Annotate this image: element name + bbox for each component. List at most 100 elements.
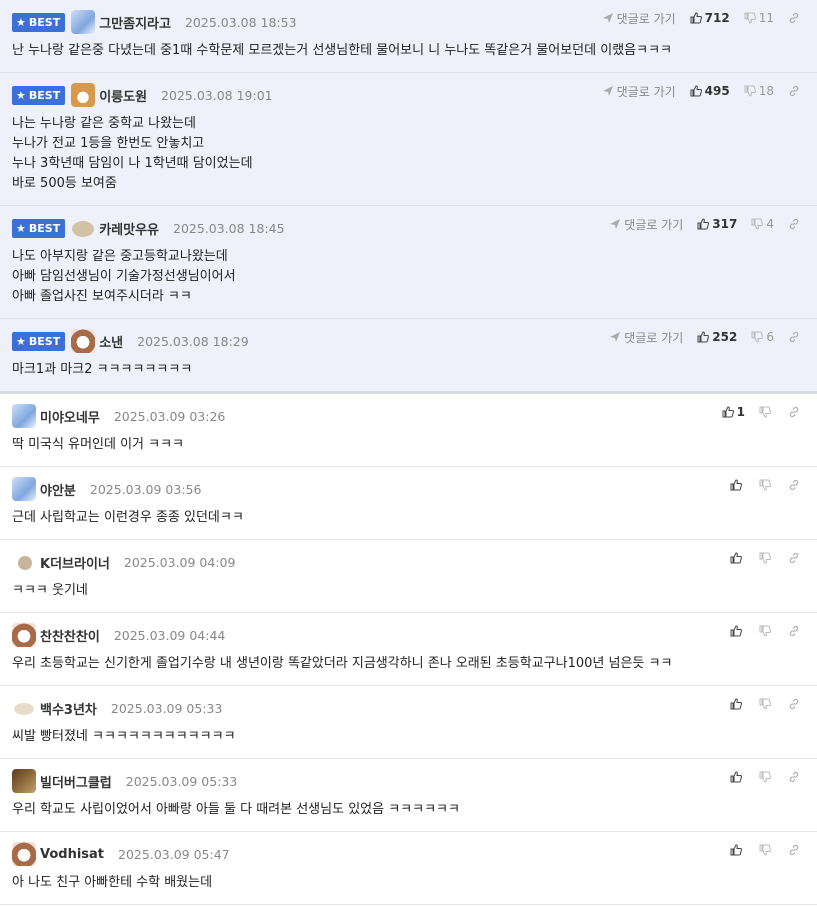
reply-link[interactable]: 댓글로 가기 bbox=[609, 329, 683, 346]
thumbs-down-icon bbox=[744, 12, 756, 24]
like-button[interactable] bbox=[730, 844, 745, 856]
like-button[interactable]: 495 bbox=[690, 84, 730, 98]
comment-line: 근데 사립학교는 이런경우 종종 있던데ㅋㅋ bbox=[12, 510, 244, 525]
comment-actions: 댓글로 가기 495 18 bbox=[588, 81, 803, 101]
comment-date: 2025.03.08 19:01 bbox=[161, 87, 273, 103]
avatar[interactable] bbox=[12, 550, 36, 574]
dislike-count: 4 bbox=[766, 217, 774, 231]
dislike-button[interactable] bbox=[759, 625, 774, 637]
comment-date: 2025.03.08 18:29 bbox=[137, 333, 249, 349]
reply-link[interactable]: 댓글로 가기 bbox=[602, 83, 676, 100]
best-badge: ★ BEST bbox=[12, 85, 66, 105]
like-button[interactable] bbox=[730, 479, 745, 491]
avatar[interactable] bbox=[12, 477, 36, 501]
avatar[interactable] bbox=[12, 404, 36, 428]
nickname[interactable]: Vodhisat bbox=[40, 847, 104, 862]
nickname[interactable]: 카레맛우유 bbox=[99, 219, 159, 238]
nickname[interactable]: 소낸 bbox=[99, 332, 123, 351]
avatar[interactable] bbox=[71, 329, 96, 353]
nickname[interactable]: K더브라이너 bbox=[40, 553, 110, 572]
nickname[interactable]: 야안분 bbox=[40, 480, 76, 499]
send-icon bbox=[610, 332, 621, 342]
thumbs-up-icon bbox=[690, 85, 702, 97]
best-label: BEST bbox=[28, 334, 61, 348]
avatar[interactable] bbox=[71, 83, 96, 107]
nickname[interactable]: 찬찬찬찬이 bbox=[40, 626, 100, 645]
nickname[interactable]: 빌더버그클럽 bbox=[40, 772, 112, 791]
share-link-button[interactable] bbox=[788, 331, 803, 343]
reply-label: 댓글로 가기 bbox=[624, 330, 684, 345]
comment-date: 2025.03.08 18:45 bbox=[173, 220, 285, 236]
dislike-button[interactable] bbox=[759, 552, 774, 564]
link-icon bbox=[789, 12, 799, 24]
dislike-button[interactable]: 18 bbox=[744, 84, 774, 98]
thumbs-down-icon bbox=[759, 625, 771, 637]
comment-body: 나도 아부지랑 같은 중고등학교나왔는데 아빠 담임선생님이 기술가정선생님이어서… bbox=[12, 240, 817, 318]
share-link-button[interactable] bbox=[788, 771, 803, 783]
share-link-button[interactable] bbox=[788, 625, 803, 637]
comment-date: 2025.03.09 05:33 bbox=[125, 773, 238, 789]
dislike-count: 11 bbox=[758, 11, 774, 25]
like-button[interactable]: 1 bbox=[722, 405, 745, 419]
dislike-button[interactable] bbox=[759, 406, 774, 418]
dislike-button[interactable] bbox=[759, 844, 774, 856]
send-icon bbox=[610, 219, 621, 229]
avatar[interactable] bbox=[12, 623, 36, 647]
comment-item: 백수3년차 2025.03.09 05:33 씨발 빵터졌네 ㅋㅋㅋㅋㅋㅋㅋㅋㅋ… bbox=[0, 686, 817, 759]
like-button[interactable] bbox=[730, 698, 745, 710]
share-link-button[interactable] bbox=[788, 406, 803, 418]
share-link-button[interactable] bbox=[788, 698, 803, 710]
dislike-count: 18 bbox=[758, 84, 774, 98]
comment-item: ★ BEST 카레맛우유 2025.03.08 18:45 댓글로 가기 317 … bbox=[0, 206, 817, 319]
share-link-button[interactable] bbox=[788, 479, 803, 491]
comment-line: 우리 초등학교는 신기한게 졸업기수랑 내 생년이랑 똑같았더라 지금생각하니 … bbox=[12, 656, 673, 671]
reply-link[interactable]: 댓글로 가기 bbox=[602, 10, 676, 27]
avatar[interactable] bbox=[12, 769, 36, 793]
avatar[interactable] bbox=[12, 842, 36, 866]
nickname[interactable]: 백수3년차 bbox=[40, 699, 97, 718]
best-badge: ★ BEST bbox=[12, 218, 66, 238]
comment-actions: 댓글로 가기 252 6 bbox=[595, 327, 803, 347]
comment-line: ㅋㅋㅋ 웃기네 bbox=[12, 583, 88, 598]
share-link-button[interactable] bbox=[788, 844, 803, 856]
dislike-button[interactable] bbox=[759, 771, 774, 783]
dislike-button[interactable]: 11 bbox=[744, 11, 774, 25]
comment-item: ★ BEST 그만좀지라고 2025.03.08 18:53 댓글로 가기 712… bbox=[0, 0, 817, 73]
comment-actions bbox=[716, 621, 803, 641]
share-link-button[interactable] bbox=[788, 552, 803, 564]
share-link-button[interactable] bbox=[788, 12, 803, 24]
star-icon: ★ bbox=[16, 15, 26, 29]
avatar[interactable] bbox=[12, 696, 36, 720]
comment-date: 2025.03.09 05:33 bbox=[110, 700, 223, 716]
thumbs-down-icon bbox=[759, 698, 771, 710]
comment-body: 딱 미국식 유머인데 이거 ㅋㅋㅋ bbox=[12, 428, 817, 466]
comment-line: 나는 누나랑 같은 중학교 나왔는데 bbox=[12, 116, 196, 131]
comment-date: 2025.03.09 04:44 bbox=[113, 627, 226, 643]
dislike-button[interactable]: 6 bbox=[751, 330, 774, 344]
like-button[interactable]: 712 bbox=[690, 11, 730, 25]
share-link-button[interactable] bbox=[788, 218, 803, 230]
best-label: BEST bbox=[28, 15, 61, 29]
nickname[interactable]: 그만좀지라고 bbox=[99, 13, 171, 32]
like-button[interactable] bbox=[730, 625, 745, 637]
comment-line: 아빠 졸업사진 보여주시더라 ㅋㅋ bbox=[12, 289, 192, 304]
comment-line: 누나 3학년때 담임이 나 1학년때 담이었는데 bbox=[12, 156, 253, 171]
avatar[interactable] bbox=[71, 10, 96, 34]
like-count: 1 bbox=[736, 405, 745, 419]
share-link-button[interactable] bbox=[788, 85, 803, 97]
nickname[interactable]: 이릉도원 bbox=[99, 86, 147, 105]
star-icon: ★ bbox=[16, 88, 26, 102]
like-button[interactable] bbox=[730, 771, 745, 783]
dislike-button[interactable]: 4 bbox=[751, 217, 774, 231]
comment-item: ★ BEST 이릉도원 2025.03.08 19:01 댓글로 가기 495 1… bbox=[0, 73, 817, 206]
like-button[interactable]: 252 bbox=[697, 330, 737, 344]
reply-link[interactable]: 댓글로 가기 bbox=[609, 216, 683, 233]
nickname[interactable]: 미야오네무 bbox=[40, 407, 100, 426]
comment-date: 2025.03.08 18:53 bbox=[184, 14, 297, 30]
dislike-button[interactable] bbox=[759, 479, 774, 491]
like-button[interactable]: 317 bbox=[697, 217, 737, 231]
like-button[interactable] bbox=[730, 552, 745, 564]
dislike-button[interactable] bbox=[759, 698, 774, 710]
avatar[interactable] bbox=[71, 216, 95, 240]
thumbs-up-icon bbox=[730, 844, 742, 856]
